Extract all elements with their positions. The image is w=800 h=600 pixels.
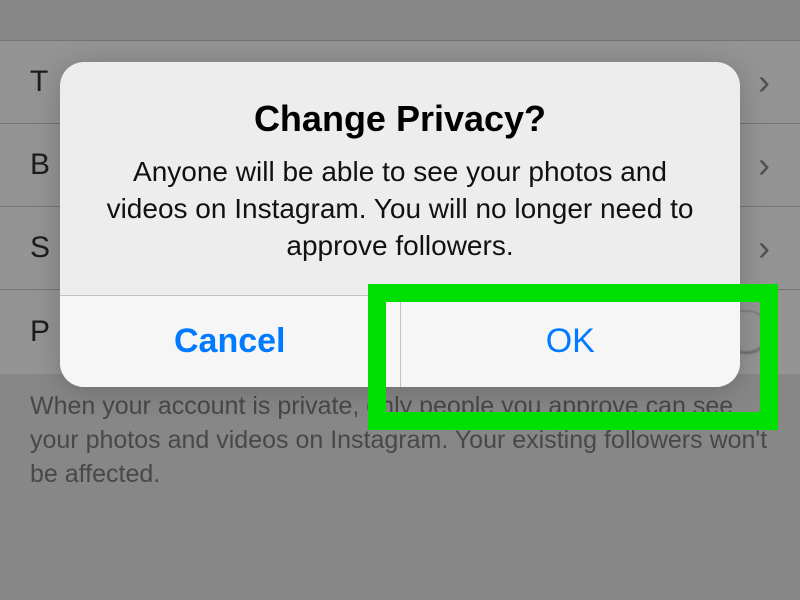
settings-screen: T › B › S › P When your account is priva…: [0, 0, 800, 600]
alert-title: Change Privacy?: [90, 98, 710, 140]
change-privacy-alert: Change Privacy? Anyone will be able to s…: [60, 62, 740, 387]
cancel-button[interactable]: Cancel: [60, 296, 400, 387]
alert-body: Change Privacy? Anyone will be able to s…: [60, 62, 740, 295]
ok-button[interactable]: OK: [400, 296, 741, 387]
alert-message: Anyone will be able to see your photos a…: [90, 154, 710, 265]
alert-button-row: Cancel OK: [60, 295, 740, 387]
